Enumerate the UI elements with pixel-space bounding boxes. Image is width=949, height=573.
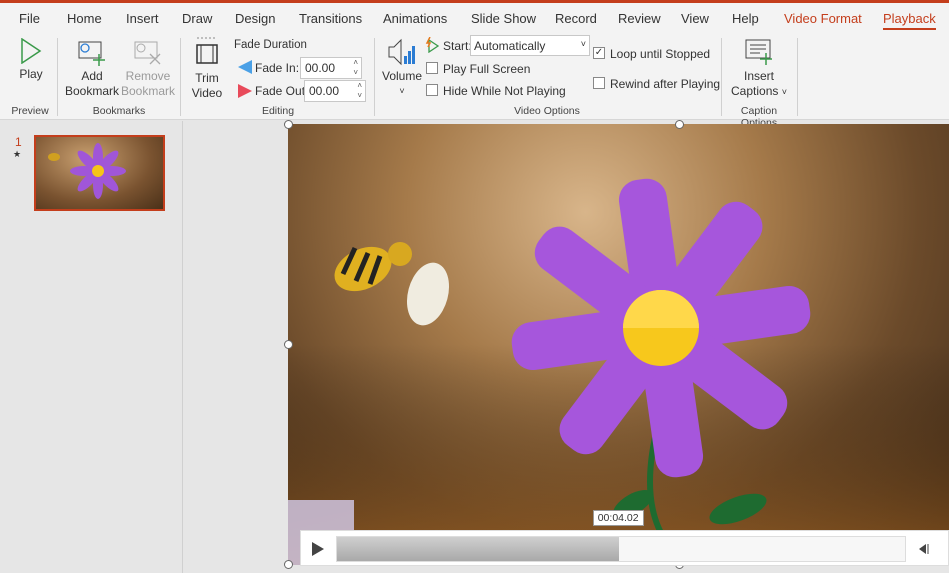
remove-bookmark-label: Remove Bookmark: [120, 69, 176, 98]
divider: [374, 38, 375, 116]
fade-out-icon: [238, 84, 252, 98]
seek-bar[interactable]: [336, 536, 906, 562]
group-video-options: Video Options: [514, 105, 580, 117]
play-button[interactable]: Play: [14, 37, 48, 82]
resize-handle[interactable]: [284, 340, 293, 349]
insert-captions-label: Insert Captions ˅: [731, 69, 787, 98]
chevron-down-icon: ˅: [580, 39, 586, 49]
fade-out-input[interactable]: 00.00 ˄ ˅: [304, 80, 366, 102]
tab-file[interactable]: File: [19, 11, 40, 26]
add-bookmark-icon: [78, 41, 105, 66]
tab-slide-show[interactable]: Slide Show: [471, 11, 536, 26]
tab-transitions[interactable]: Transitions: [299, 11, 362, 26]
add-bookmark-label: Add Bookmark: [64, 69, 120, 98]
play-icon: [21, 37, 42, 65]
tab-video-format[interactable]: Video Format: [784, 11, 862, 26]
animation-star-icon: ★: [13, 149, 22, 159]
divider: [797, 38, 798, 116]
video-frame-image: [288, 178, 949, 565]
chevron-down-icon: ˅: [399, 86, 405, 96]
tab-home[interactable]: Home: [67, 11, 102, 26]
fade-duration-label: Fade Duration: [234, 39, 307, 51]
trim-video-button[interactable]: Trim Video: [188, 36, 226, 101]
hide-while-not-playing-checkbox[interactable]: [426, 84, 438, 96]
volume-icon: [388, 38, 415, 66]
hide-while-not-playing-label: Hide While Not Playing: [443, 84, 566, 98]
flower-thumbnail-image: [48, 143, 126, 199]
tab-playback[interactable]: Playback: [883, 11, 936, 30]
play-full-screen-checkbox[interactable]: [426, 62, 438, 74]
loop-until-stopped-checkbox[interactable]: ✓: [593, 47, 605, 59]
fade-out-label: Fade Out:: [255, 84, 309, 98]
volume-label: Volume: [381, 69, 423, 83]
slide-thumbnail-pane: 1 ★: [0, 121, 183, 573]
divider: [57, 38, 58, 116]
tab-review[interactable]: Review: [618, 11, 661, 26]
video-controls: [300, 530, 949, 566]
start-dropdown[interactable]: Automatically ˅: [470, 35, 590, 56]
resize-handle[interactable]: [675, 120, 684, 129]
tab-record[interactable]: Record: [555, 11, 597, 26]
group-bookmarks: Bookmarks: [92, 105, 146, 117]
tab-view[interactable]: View: [681, 11, 709, 26]
time-tooltip: 00:04.02: [592, 510, 644, 526]
fade-in-input[interactable]: 00.00 ˄ ˅: [300, 57, 362, 79]
group-editing: Editing: [261, 105, 295, 117]
trim-video-label: Trim Video: [191, 71, 223, 100]
divider: [180, 38, 181, 116]
seek-progress: [337, 537, 619, 561]
start-icon: [425, 37, 440, 53]
play-icon[interactable]: [311, 541, 325, 557]
tab-draw[interactable]: Draw: [182, 11, 212, 26]
tab-help[interactable]: Help: [732, 11, 759, 26]
rewind-after-playing-checkbox[interactable]: [593, 77, 605, 89]
volume-icon[interactable]: [918, 543, 930, 555]
remove-bookmark-button[interactable]: Remove Bookmark: [120, 40, 176, 99]
slide-thumbnail[interactable]: [34, 135, 165, 211]
slide-video[interactable]: [288, 124, 949, 565]
group-preview: Preview: [11, 105, 49, 117]
remove-bookmark-icon: [134, 41, 161, 65]
tab-animations[interactable]: Animations: [383, 11, 447, 26]
menu-bar: File Home Insert Draw Design Transitions…: [0, 3, 949, 34]
fade-in-label: Fade In:: [255, 61, 300, 75]
resize-handle[interactable]: [284, 560, 293, 569]
volume-button[interactable]: Volume ˅: [381, 38, 423, 99]
resize-handle[interactable]: [284, 120, 293, 129]
trim-video-icon: [196, 37, 218, 64]
insert-captions-button[interactable]: Insert Captions ˅: [726, 38, 792, 100]
play-full-screen-label: Play Full Screen: [443, 62, 531, 76]
tab-design[interactable]: Design: [235, 11, 275, 26]
fade-in-icon: [238, 60, 252, 74]
bee-image: [334, 242, 450, 326]
tab-insert[interactable]: Insert: [126, 11, 159, 26]
add-bookmark-button[interactable]: Add Bookmark: [64, 40, 120, 99]
insert-captions-icon: [745, 39, 772, 65]
loop-until-stopped-label: Loop until Stopped: [610, 47, 711, 61]
ribbon: Play Preview Add Bookmark Remove Bookmark …: [0, 34, 949, 129]
start-label: Start:: [443, 39, 472, 53]
slide-number: 1: [15, 135, 22, 149]
play-label: Play: [19, 67, 43, 81]
rewind-after-playing-label: Rewind after Playing: [610, 77, 721, 91]
